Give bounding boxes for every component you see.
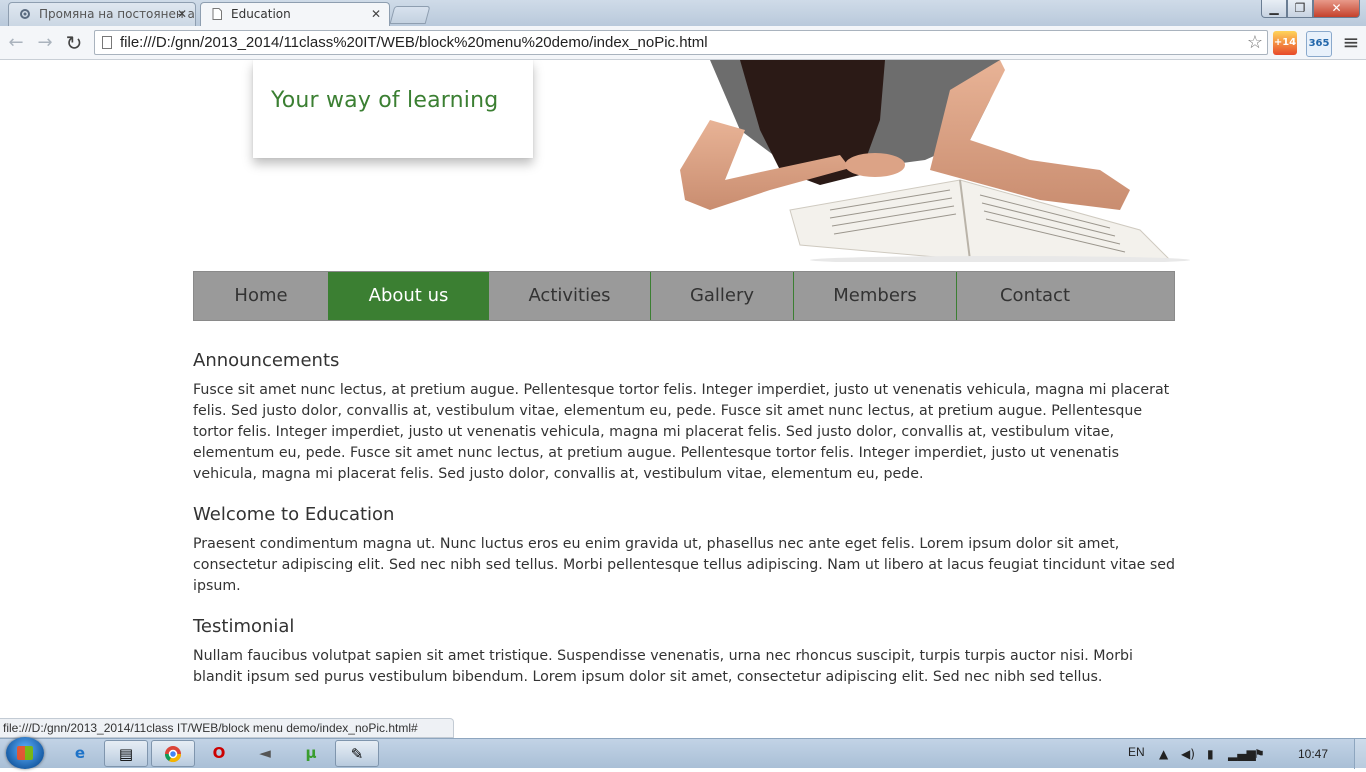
menu-item-members[interactable]: Members bbox=[793, 272, 956, 320]
browser-toolbar: ← → ↻ file:///D:/gnn/2013_2014/11class%2… bbox=[0, 26, 1366, 60]
menu-item-label: Contact bbox=[999, 285, 1071, 306]
hero-student-reading-image bbox=[680, 60, 1190, 262]
web-page: Your way of learning Home About us Activ… bbox=[0, 60, 1366, 720]
menu-item-gallery[interactable]: Gallery bbox=[650, 272, 793, 320]
internet-explorer-icon[interactable]: e bbox=[58, 740, 102, 767]
language-indicator[interactable]: EN bbox=[1128, 745, 1145, 759]
battery-icon[interactable]: ▮ bbox=[1207, 747, 1214, 761]
main-content: Announcements Fusce sit amet nunc lectus… bbox=[193, 350, 1178, 688]
main-menu: Home About us Activities Gallery Members… bbox=[193, 271, 1175, 321]
testimonial-section: Testimonial Nullam faucibus volutpat sap… bbox=[193, 616, 1178, 688]
status-url: file:///D:/gnn/2013_2014/11class IT/WEB/… bbox=[3, 721, 418, 735]
weather-extension-icon[interactable]: +14 bbox=[1273, 31, 1297, 55]
audio-player-icon[interactable]: ◄ bbox=[243, 740, 287, 767]
menu-item-contact[interactable]: Contact bbox=[956, 272, 1113, 320]
announcements-section: Announcements Fusce sit amet nunc lectus… bbox=[193, 350, 1178, 485]
menu-item-label: Members bbox=[833, 285, 917, 306]
slogan-card: Your way of learning bbox=[253, 60, 533, 158]
chrome-icon[interactable] bbox=[151, 740, 195, 767]
notepad-icon[interactable]: ✎ bbox=[335, 740, 379, 767]
action-center-flag-icon[interactable]: ⚑ bbox=[1254, 747, 1265, 761]
status-bubble: file:///D:/gnn/2013_2014/11class IT/WEB/… bbox=[0, 718, 454, 738]
show-hidden-icons-icon[interactable]: ▲ bbox=[1159, 747, 1168, 761]
settings-gear-icon bbox=[20, 9, 30, 19]
chrome-logo-icon bbox=[164, 746, 182, 763]
tab-close-icon[interactable]: ✕ bbox=[371, 3, 381, 25]
menu-item-activities[interactable]: Activities bbox=[489, 272, 650, 320]
address-bar[interactable]: file:///D:/gnn/2013_2014/11class%20IT/WE… bbox=[94, 30, 1268, 55]
volume-icon[interactable]: ◀) bbox=[1181, 747, 1195, 761]
section-heading: Welcome to Education bbox=[193, 504, 395, 525]
menu-item-label: About us bbox=[368, 285, 449, 306]
site-slogan: Your way of learning bbox=[271, 88, 499, 113]
windows-taskbar: e ▤ O ◄ µ ✎ EN ▲ ◀) ▮ ▂▄▆ ⚑ 10:47 bbox=[0, 737, 1366, 769]
windows-logo-icon bbox=[17, 746, 33, 760]
menu-item-label: Home bbox=[234, 285, 288, 306]
tab-strip: Промяна на постоянен а ✕ Education ✕ ▁ ❐… bbox=[0, 0, 1366, 27]
menu-item-home[interactable]: Home bbox=[194, 272, 328, 320]
section-text: Fusce sit amet nunc lectus, at pretium a… bbox=[193, 382, 1170, 482]
tab-close-icon[interactable]: ✕ bbox=[177, 3, 187, 25]
file-explorer-icon[interactable]: ▤ bbox=[104, 740, 148, 767]
minimize-button[interactable]: ▁ bbox=[1261, 0, 1287, 18]
show-desktop-button[interactable] bbox=[1354, 739, 1366, 769]
welcome-section: Welcome to Education Praesent condimentu… bbox=[193, 504, 1178, 597]
file-page-icon bbox=[102, 36, 112, 49]
start-button[interactable] bbox=[6, 737, 44, 769]
reload-icon[interactable]: ↻ bbox=[64, 33, 84, 53]
menu-item-label: Gallery bbox=[689, 285, 755, 306]
menu-hamburger-icon[interactable]: ≡ bbox=[1339, 31, 1363, 55]
utorrent-icon[interactable]: µ bbox=[289, 740, 333, 767]
section-heading: Testimonial bbox=[193, 616, 295, 637]
back-arrow-icon[interactable]: ← bbox=[6, 33, 26, 53]
calendar-badge: 365 bbox=[1308, 38, 1330, 49]
tab-title: Education bbox=[231, 7, 291, 21]
menu-item-label: Activities bbox=[528, 285, 611, 306]
network-signal-icon[interactable]: ▂▄▆ bbox=[1228, 747, 1256, 761]
new-tab-button[interactable] bbox=[389, 6, 431, 24]
weather-badge: +14 bbox=[1273, 37, 1297, 48]
page-icon bbox=[212, 8, 222, 20]
section-heading: Announcements bbox=[193, 350, 340, 371]
maximize-button[interactable]: ❐ bbox=[1287, 0, 1313, 18]
calendar-extension-icon[interactable]: 365 bbox=[1306, 31, 1332, 57]
tab-active[interactable]: Education ✕ bbox=[200, 2, 390, 27]
section-text: Nullam faucibus volutpat sapien sit amet… bbox=[193, 648, 1133, 685]
tab-inactive[interactable]: Промяна на постоянен а ✕ bbox=[8, 2, 196, 26]
section-text: Praesent condimentum magna ut. Nunc luct… bbox=[193, 536, 1176, 594]
close-window-button[interactable]: ✕ bbox=[1313, 0, 1360, 18]
menu-item-about-us[interactable]: About us bbox=[328, 272, 489, 320]
opera-icon[interactable]: O bbox=[197, 740, 241, 767]
bookmark-star-icon[interactable]: ☆ bbox=[1247, 31, 1263, 54]
clock[interactable]: 10:47 bbox=[1298, 747, 1328, 761]
address-text: file:///D:/gnn/2013_2014/11class%20IT/WE… bbox=[120, 34, 708, 51]
forward-arrow-icon[interactable]: → bbox=[35, 33, 55, 53]
tab-title: Промяна на постоянен а bbox=[39, 7, 195, 21]
